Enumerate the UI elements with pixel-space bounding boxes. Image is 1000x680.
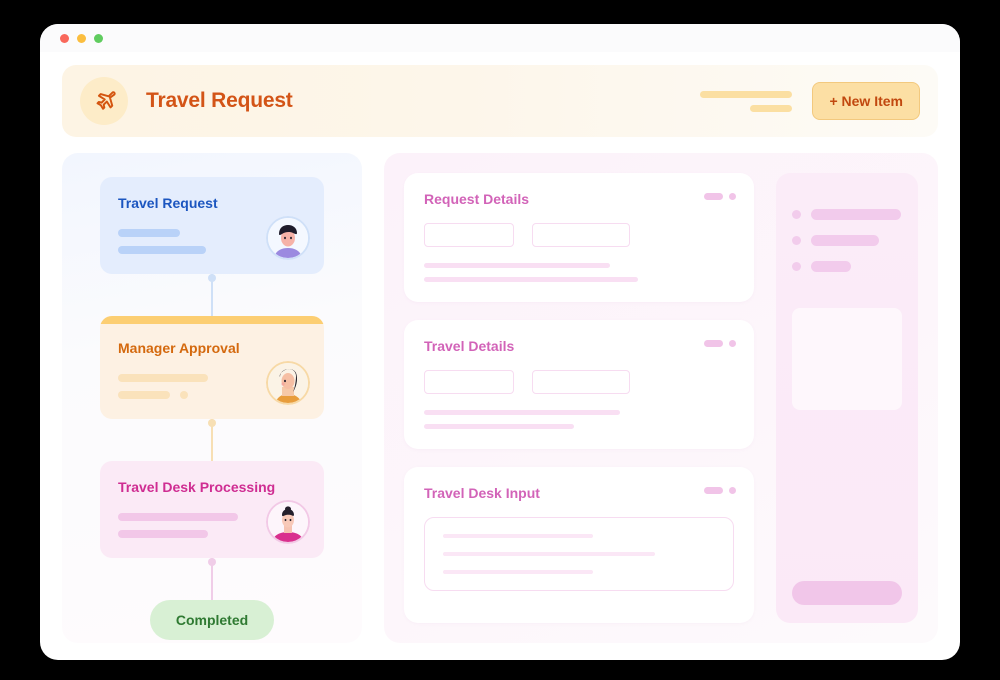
- workflow-step-travel-desk-processing[interactable]: Travel Desk Processing: [100, 461, 324, 558]
- step-title: Travel Request: [118, 195, 218, 211]
- workflow-connector: [208, 419, 216, 461]
- placeholder-line: [443, 534, 593, 538]
- card-request-details: Request Details: [404, 173, 754, 302]
- placeholder-line: [700, 90, 793, 98]
- card-travel-desk-input: Travel Desk Input: [404, 467, 754, 623]
- app-header: Travel Request + New Item: [62, 65, 938, 137]
- placeholder-line: [424, 277, 638, 282]
- field-row: [424, 370, 734, 394]
- placeholder-line: [443, 570, 593, 574]
- travel-desk-input-textarea[interactable]: [424, 517, 734, 591]
- card-travel-details: Travel Details: [404, 320, 754, 449]
- placeholder-line: [118, 391, 170, 399]
- step-title: Manager Approval: [118, 340, 240, 356]
- avatar-person-purple-shirt: [266, 216, 310, 260]
- window-minimize-button[interactable]: [77, 33, 86, 43]
- card-placeholder-lines: [424, 263, 734, 282]
- workflow-connector: [208, 274, 216, 316]
- app-window: Travel Request + New Item Travel Request: [40, 24, 960, 660]
- new-item-button[interactable]: + New Item: [812, 82, 920, 120]
- placeholder-line: [424, 424, 574, 429]
- travel-field-right[interactable]: [532, 370, 630, 394]
- card-title: Travel Desk Input: [424, 485, 540, 501]
- bullet-icon: [792, 236, 801, 245]
- placeholder-line: [424, 410, 620, 415]
- window-close-button[interactable]: [60, 33, 69, 43]
- placeholder-line: [118, 513, 238, 521]
- avatar-person-long-hair: [266, 361, 310, 405]
- list-item[interactable]: [792, 235, 902, 246]
- rail-spacer: [792, 410, 902, 581]
- placeholder-line: [443, 552, 655, 556]
- placeholder-line: [118, 229, 180, 237]
- request-field-right[interactable]: [532, 223, 630, 247]
- placeholder-line: [424, 263, 610, 268]
- field-row: [424, 223, 734, 247]
- bullet-icon: [792, 210, 801, 219]
- header-placeholder-lines: [700, 90, 793, 112]
- card-menu-toggle[interactable]: [704, 193, 736, 200]
- workflow-connector: [208, 558, 216, 600]
- workflow-steps: Travel Request Manager Approval Travel D…: [82, 177, 342, 640]
- workflow-step-manager-approval[interactable]: Manager Approval: [100, 316, 324, 419]
- travel-field-left[interactable]: [424, 370, 514, 394]
- toggle-pill-icon: [704, 340, 723, 347]
- workflow-step-travel-request[interactable]: Travel Request: [100, 177, 324, 274]
- placeholder-dot: [180, 391, 188, 399]
- avatar-person-pink-shirt: [266, 500, 310, 544]
- list-item[interactable]: [792, 261, 902, 272]
- placeholder-line: [750, 104, 793, 112]
- toggle-dot-icon: [729, 487, 736, 494]
- toggle-pill-icon: [704, 193, 723, 200]
- side-rail-panel: [776, 173, 918, 623]
- list-item[interactable]: [792, 209, 902, 220]
- main-content: Travel Request Manager Approval Travel D…: [62, 153, 938, 643]
- window-maximize-button[interactable]: [94, 33, 103, 43]
- placeholder-line: [118, 246, 206, 254]
- placeholder-line: [118, 530, 208, 538]
- details-panel: Request Details Travel Details Travel De…: [384, 153, 938, 643]
- bullet-icon: [792, 262, 801, 271]
- toggle-dot-icon: [729, 340, 736, 347]
- placeholder-line: [811, 209, 901, 220]
- rail-content-block: [792, 308, 902, 410]
- card-placeholder-lines: [424, 410, 734, 429]
- toggle-pill-icon: [704, 487, 723, 494]
- request-field-left[interactable]: [424, 223, 514, 247]
- placeholder-line: [811, 261, 851, 272]
- rail-action-button[interactable]: [792, 581, 902, 605]
- card-menu-toggle[interactable]: [704, 487, 736, 494]
- card-title: Travel Details: [424, 338, 515, 354]
- workflow-panel: Travel Request Manager Approval Travel D…: [62, 153, 362, 643]
- rail-list: [792, 209, 902, 272]
- placeholder-line: [118, 374, 208, 382]
- card-title: Request Details: [424, 191, 530, 207]
- step-title: Travel Desk Processing: [118, 479, 276, 495]
- airplane-icon: [80, 77, 128, 125]
- window-titlebar: [40, 24, 960, 52]
- details-cards: Request Details Travel Details Travel De…: [404, 173, 754, 623]
- step-accent-bar: [100, 316, 324, 324]
- page-title: Travel Request: [146, 89, 293, 112]
- status-badge: Completed: [149, 600, 275, 640]
- toggle-dot-icon: [729, 193, 736, 200]
- card-menu-toggle[interactable]: [704, 340, 736, 347]
- placeholder-line: [811, 235, 879, 246]
